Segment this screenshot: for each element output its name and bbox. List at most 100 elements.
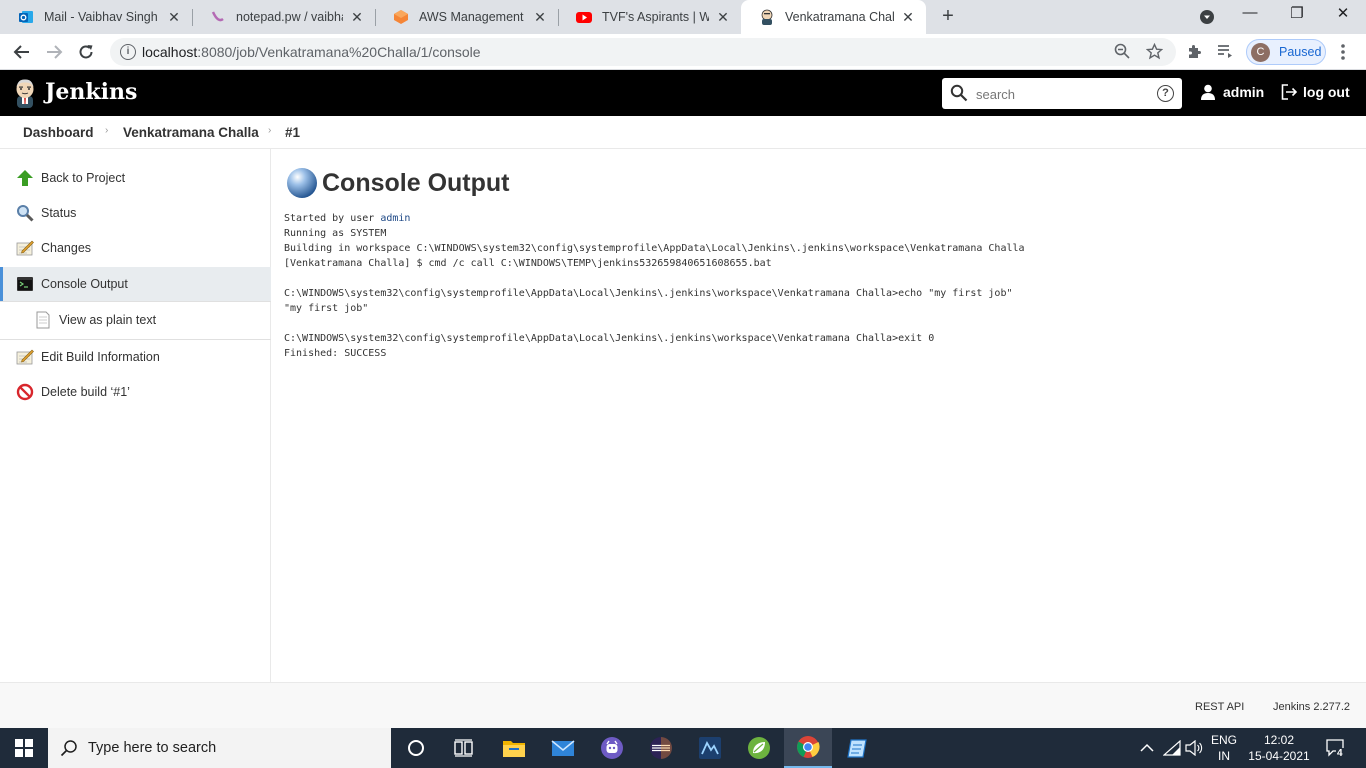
mysql-workbench-icon[interactable] bbox=[686, 728, 734, 768]
minimize-icon[interactable]: — bbox=[1238, 4, 1262, 21]
console-line: "my first job" bbox=[284, 303, 369, 314]
language-indicator[interactable]: ENG IN bbox=[1208, 728, 1240, 768]
mail-app-icon[interactable] bbox=[539, 728, 587, 768]
jenkins-logo-icon[interactable] bbox=[12, 78, 38, 108]
close-tab-icon[interactable]: ✕ bbox=[349, 9, 365, 26]
sidebar-item-console-output[interactable]: Console Output bbox=[0, 267, 271, 301]
chrome-menu-icon[interactable] bbox=[1340, 43, 1346, 65]
bookmark-star-icon[interactable] bbox=[1145, 42, 1164, 64]
back-icon[interactable] bbox=[10, 40, 34, 64]
start-button[interactable] bbox=[0, 728, 48, 768]
sidebar-item-edit-build-information[interactable]: Edit Build Information bbox=[0, 340, 271, 374]
jenkins-footer: REST API Jenkins 2.277.2 bbox=[0, 682, 1366, 728]
breadcrumb-dashboard[interactable]: Dashboard bbox=[23, 125, 94, 140]
sidebar-item-status[interactable]: Status bbox=[0, 196, 271, 230]
file-explorer-icon[interactable] bbox=[490, 728, 538, 768]
windows-logo-icon bbox=[15, 739, 33, 757]
notepad-icon bbox=[16, 349, 34, 365]
close-tab-icon[interactable]: ✕ bbox=[166, 9, 182, 26]
profile-status: Paused bbox=[1279, 45, 1322, 59]
jenkins-brand[interactable]: Jenkins bbox=[45, 79, 137, 105]
cortana-icon[interactable] bbox=[392, 728, 440, 768]
console-line: Running as SYSTEM bbox=[284, 228, 387, 239]
notepad-icon bbox=[16, 240, 34, 256]
notification-count-badge: 4 bbox=[1336, 748, 1344, 759]
sidebar-item-changes[interactable]: Changes bbox=[0, 231, 271, 265]
address-bar[interactable]: i localhost:8080/job/Venkatramana%20Chal… bbox=[110, 38, 1176, 66]
show-hidden-icons-icon[interactable] bbox=[1138, 728, 1156, 768]
tab-title: Mail - Vaibhav Singh - Outlook bbox=[44, 10, 160, 24]
search-input[interactable] bbox=[976, 84, 1146, 104]
clock-time: 12:02 bbox=[1263, 733, 1295, 747]
console-output: Started by user admin Running as SYSTEM … bbox=[284, 211, 1025, 361]
extensions-icon[interactable] bbox=[1186, 43, 1203, 64]
console-user-link[interactable]: admin bbox=[380, 213, 410, 224]
logout-link[interactable]: log out bbox=[1281, 84, 1350, 100]
browser-tab[interactable]: notepad.pw / vaibhav2 ✕ bbox=[192, 0, 375, 34]
browser-tab[interactable]: AWS Management Console ✕ bbox=[375, 0, 558, 34]
close-tab-icon[interactable]: ✕ bbox=[532, 9, 548, 26]
no-entry-icon bbox=[16, 383, 34, 401]
zoom-icon[interactable] bbox=[1114, 43, 1130, 63]
network-icon[interactable] bbox=[1162, 728, 1182, 768]
url-text[interactable]: localhost:8080/job/Venkatramana%20Challa… bbox=[142, 44, 481, 60]
logout-icon bbox=[1281, 84, 1298, 100]
tab-search-icon[interactable] bbox=[1195, 4, 1219, 29]
windows-taskbar: Type here to search ENG IN 12:02 15-04-2… bbox=[0, 728, 1366, 768]
rest-api-link[interactable]: REST API bbox=[1195, 701, 1244, 713]
sidebar-item-delete-build[interactable]: Delete build ‘#1’ bbox=[0, 375, 271, 409]
page-title: Console Output bbox=[286, 167, 509, 199]
jenkins-version-link[interactable]: Jenkins 2.277.2 bbox=[1273, 701, 1350, 713]
tab-title: notepad.pw / vaibhav2 bbox=[236, 10, 343, 24]
close-tab-icon[interactable]: ✕ bbox=[900, 9, 916, 26]
sidebar-item-view-as-plain-text[interactable]: View as plain text bbox=[0, 303, 271, 337]
volume-icon[interactable] bbox=[1184, 728, 1204, 768]
teams-like-app-icon[interactable] bbox=[588, 728, 636, 768]
clock-date: 15-04-2021 bbox=[1248, 749, 1310, 763]
breadcrumb-chevron-icon[interactable]: › bbox=[268, 125, 271, 136]
sidebar-item-back-to-project[interactable]: Back to Project bbox=[0, 161, 271, 195]
up-arrow-icon bbox=[17, 170, 33, 186]
console-line: Building in workspace C:\WINDOWS\system3… bbox=[284, 243, 1025, 254]
build-status-ball-icon bbox=[287, 168, 317, 198]
taskbar-search-placeholder: Type here to search bbox=[88, 740, 217, 756]
browser-tab[interactable]: Mail - Vaibhav Singh - Outlook ✕ bbox=[0, 0, 192, 34]
sidebar-item-label: Status bbox=[41, 206, 77, 220]
console-line: [Venkatramana Challa] $ cmd /c call C:\W… bbox=[284, 258, 772, 269]
restore-icon[interactable]: ❐ bbox=[1285, 4, 1309, 22]
notepad-app-icon[interactable] bbox=[833, 728, 881, 768]
reload-icon[interactable] bbox=[74, 40, 98, 64]
browser-toolbar: i localhost:8080/job/Venkatramana%20Chal… bbox=[0, 34, 1366, 70]
sidebar-item-label: Changes bbox=[41, 241, 92, 255]
profile-button[interactable]: C Paused bbox=[1246, 39, 1326, 65]
chrome-taskbar-icon[interactable] bbox=[784, 728, 832, 768]
browser-tab[interactable]: TVF's Aspirants | Web Series ✕ bbox=[558, 0, 741, 34]
breadcrumb-chevron-icon[interactable]: › bbox=[105, 125, 108, 136]
user-name: admin bbox=[1223, 84, 1265, 100]
outlook-icon bbox=[19, 11, 33, 23]
forward-icon[interactable] bbox=[42, 40, 66, 64]
close-window-icon[interactable]: ✕ bbox=[1331, 4, 1355, 22]
clock[interactable]: 12:02 15-04-2021 bbox=[1244, 728, 1314, 768]
search-icon bbox=[950, 84, 968, 102]
browser-tab-active[interactable]: Venkatramana Challa #1 Console ✕ bbox=[741, 0, 926, 34]
divider bbox=[0, 301, 271, 302]
breadcrumb-build[interactable]: #1 bbox=[285, 125, 300, 140]
console-line: C:\WINDOWS\system32\config\systemprofile… bbox=[284, 333, 935, 344]
console-line: Finished: SUCCESS bbox=[284, 348, 387, 359]
spring-tool-suite-icon[interactable] bbox=[735, 728, 783, 768]
reading-list-icon[interactable] bbox=[1217, 43, 1235, 64]
eclipse-icon[interactable] bbox=[637, 728, 685, 768]
task-view-icon[interactable] bbox=[440, 728, 488, 768]
taskbar-search-box[interactable]: Type here to search bbox=[48, 728, 391, 768]
close-tab-icon[interactable]: ✕ bbox=[715, 9, 731, 26]
help-icon[interactable]: ? bbox=[1157, 85, 1174, 102]
terminal-icon bbox=[17, 277, 33, 291]
site-info-icon[interactable]: i bbox=[120, 44, 136, 60]
breadcrumb-project[interactable]: Venkatramana Challa bbox=[123, 125, 259, 140]
tab-title: Venkatramana Challa #1 Console bbox=[785, 10, 894, 24]
console-line: C:\WINDOWS\system32\config\systemprofile… bbox=[284, 288, 1013, 299]
user-link[interactable]: admin bbox=[1200, 84, 1264, 100]
new-tab-button[interactable]: + bbox=[936, 5, 960, 28]
notification-center-icon[interactable]: 4 bbox=[1318, 728, 1354, 768]
